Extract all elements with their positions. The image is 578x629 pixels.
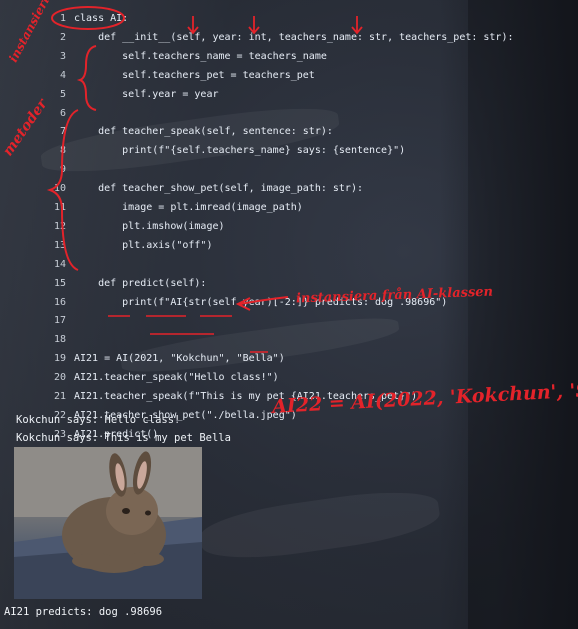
code-text: def __init__(self, year: int, teachers_n… — [74, 31, 514, 43]
line-number: 15 — [53, 277, 66, 289]
line-number: 16 — [53, 296, 66, 308]
code-line: 15 def predict(self): — [0, 274, 207, 294]
bunny-photo — [14, 447, 202, 599]
line-number: 4 — [59, 69, 66, 81]
line-number: 9 — [59, 164, 66, 176]
prediction-output: AI21 predicts: dog .98696 — [4, 606, 163, 618]
line-number: 21 — [53, 391, 66, 402]
code-line: 2 def __init__(self, year: int, teachers… — [0, 28, 514, 48]
line-number: 11 — [53, 202, 66, 213]
bunny-illustration — [14, 447, 202, 599]
code-line: 9 — [0, 160, 74, 180]
code-text: print(f"{self.teachers_name} says: {sent… — [74, 145, 406, 157]
line-number: 12 — [53, 220, 66, 232]
line-number: 19 — [53, 353, 66, 365]
code-text: plt.imshow(image) — [74, 220, 225, 232]
code-text: self.teachers_name = teachers_name — [74, 50, 327, 62]
code-text: def teacher_show_pet(self, image_path: s… — [74, 183, 363, 195]
code-text: self.year = year — [74, 88, 219, 100]
code-line: 13 plt.axis("off") — [0, 236, 213, 256]
code-line: 1 class AI: — [0, 9, 128, 29]
code-line: 11 image = plt.imread(image_path) — [0, 198, 303, 218]
code-line: 3 self.teachers_name = teachers_name — [0, 47, 327, 67]
code-line: 4 self.teachers_pet = teachers_pet — [0, 66, 315, 86]
code-text: AI21 = AI(2021, "Kokchun", "Bella") — [74, 353, 285, 365]
output-line: Kokchun says: This is my pet Bella — [16, 432, 231, 444]
code-text: image = plt.imread(image_path) — [74, 202, 303, 213]
output-line: Kokchun says: Hello class! — [16, 414, 181, 426]
code-text: AI21.teacher_speak("Hello class!") — [74, 372, 279, 384]
line-number: 20 — [53, 372, 66, 384]
code-text: def teacher_speak(self, sentence: str): — [74, 126, 333, 138]
code-line: 17 — [0, 311, 74, 331]
line-number: 17 — [53, 315, 66, 327]
line-number: 18 — [53, 334, 66, 346]
code-line: 18 — [0, 330, 74, 350]
code-line: 20 AI21.teacher_speak("Hello class!") — [0, 368, 279, 388]
code-text: class AI: — [74, 13, 129, 24]
code-line: 19 AI21 = AI(2021, "Kokchun", "Bella") — [0, 349, 285, 369]
code-text: plt.axis("off") — [74, 239, 213, 251]
code-line: 8 print(f"{self.teachers_name} says: {se… — [0, 141, 405, 161]
code-text: def predict(self): — [74, 277, 207, 289]
line-number: 2 — [59, 31, 66, 43]
code-text: self.teachers_pet = teachers_pet — [74, 69, 315, 81]
code-line: 10 def teacher_show_pet(self, image_path… — [0, 179, 363, 199]
line-number: 10 — [53, 183, 66, 195]
code-line: 12 plt.imshow(image) — [0, 217, 225, 237]
code-line: 14 — [0, 255, 74, 275]
line-number: 14 — [53, 258, 66, 270]
line-number: 13 — [53, 239, 66, 251]
dark-fabric-background — [440, 0, 578, 629]
code-line: 7 def teacher_speak(self, sentence: str)… — [0, 122, 333, 142]
